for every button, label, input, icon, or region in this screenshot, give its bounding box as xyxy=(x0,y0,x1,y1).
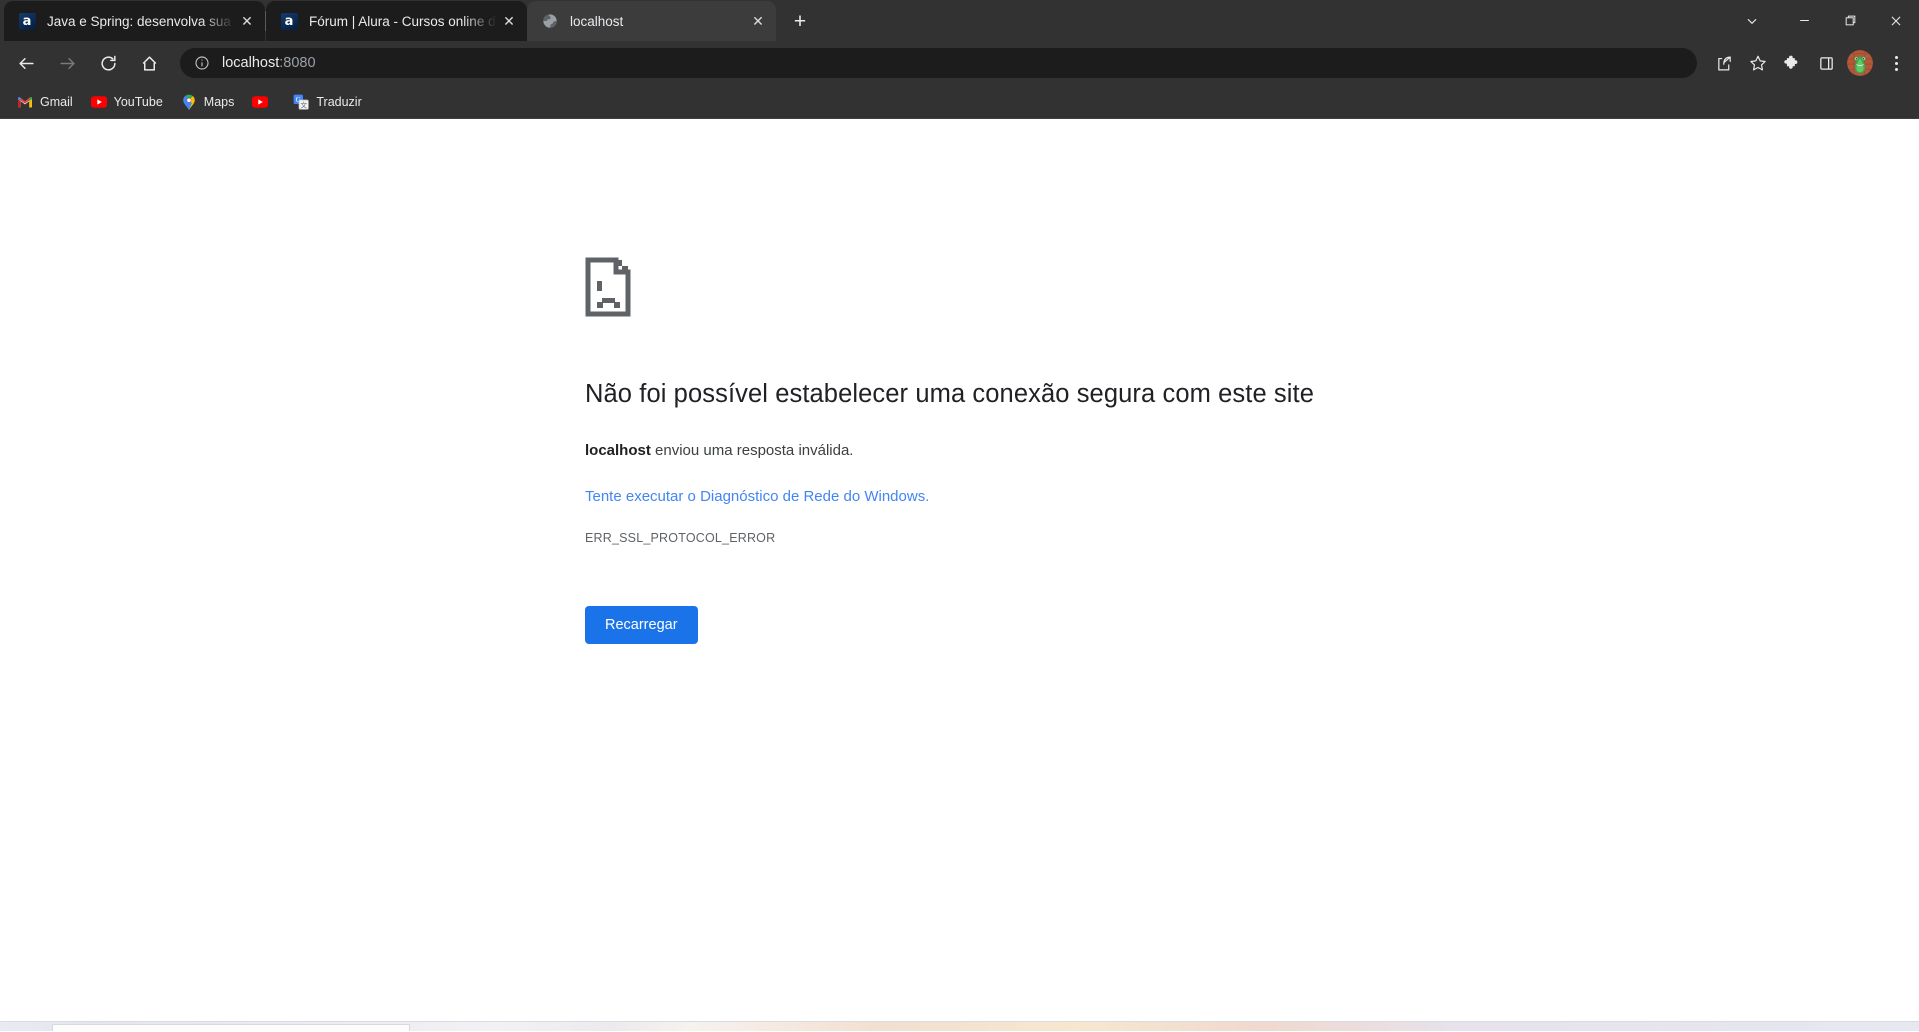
profile-avatar[interactable] xyxy=(1847,50,1873,76)
error-page: Não foi possível estabelecer uma conexão… xyxy=(0,119,1320,644)
tab-strip: a Java e Spring: desenvolva sua pri ✕ a … xyxy=(0,0,1919,41)
page-viewport: Não foi possível estabelecer uma conexão… xyxy=(0,119,1919,1031)
error-host: localhost xyxy=(585,441,651,459)
page-title: Não foi possível estabelecer uma conexão… xyxy=(585,380,1314,408)
error-description: localhost enviou uma resposta inválida. xyxy=(585,439,1320,463)
globe-icon xyxy=(541,12,559,30)
bookmark-youtube[interactable]: YouTube xyxy=(83,89,171,115)
tab-close-button[interactable]: ✕ xyxy=(235,9,259,33)
tab-title: Java e Spring: desenvolva sua pri xyxy=(47,13,235,29)
sad-page-icon xyxy=(585,257,1320,322)
address-bar[interactable]: localhost:8080 xyxy=(180,48,1697,78)
new-tab-button[interactable]: + xyxy=(783,4,817,38)
youtube-icon xyxy=(252,94,269,110)
window-controls xyxy=(1723,0,1919,41)
three-dot-menu-icon[interactable] xyxy=(1881,47,1911,79)
bookmark-label: YouTube xyxy=(113,94,163,109)
browser-tab-2[interactable]: a Fórum | Alura - Cursos online de ✕ xyxy=(266,1,527,41)
chevron-down-icon[interactable] xyxy=(1723,0,1781,41)
error-code: ERR_SSL_PROTOCOL_ERROR xyxy=(585,530,776,545)
bookmark-gmail[interactable]: Gmail xyxy=(9,89,81,115)
info-circle-icon[interactable] xyxy=(193,54,211,72)
bookmark-label: Traduzir xyxy=(316,94,362,109)
reload-button[interactable]: Recarregar xyxy=(585,605,698,644)
url-port: :8080 xyxy=(279,55,316,71)
bookmark-label: Gmail xyxy=(40,94,73,109)
browser-tab-1[interactable]: a Java e Spring: desenvolva sua pri ✕ xyxy=(4,1,265,41)
bookmark-youtube-2[interactable] xyxy=(244,89,283,115)
browser-toolbar: localhost:8080 xyxy=(0,41,1919,85)
tab-close-button[interactable]: ✕ xyxy=(746,9,770,33)
error-description-rest: enviou uma resposta inválida. xyxy=(650,441,854,459)
puzzle-icon[interactable] xyxy=(1777,48,1807,78)
tab-title: Fórum | Alura - Cursos online de xyxy=(309,13,497,29)
close-icon[interactable] xyxy=(1873,0,1919,41)
bookmark-traduzir[interactable]: G 文 Traduzir xyxy=(285,89,369,115)
svg-text:文: 文 xyxy=(301,100,308,109)
bookmarks-bar: Gmail YouTube Maps G 文 Traduzir xyxy=(0,85,1919,119)
star-icon[interactable] xyxy=(1743,48,1773,78)
home-icon[interactable] xyxy=(133,47,165,79)
minimize-icon[interactable] xyxy=(1781,0,1827,41)
tab-title: localhost xyxy=(570,13,624,29)
youtube-icon xyxy=(90,94,107,110)
alura-icon: a xyxy=(18,12,36,30)
taskbar-window-segment xyxy=(52,1024,410,1031)
side-panel-icon[interactable] xyxy=(1811,48,1841,78)
maps-pin-icon xyxy=(181,94,197,110)
google-translate-icon: G 文 xyxy=(293,94,310,110)
bookmark-maps[interactable]: Maps xyxy=(173,89,243,115)
gmail-icon xyxy=(17,94,33,110)
url-host: localhost xyxy=(222,55,280,71)
tab-close-button[interactable]: ✕ xyxy=(497,9,521,33)
reload-icon[interactable] xyxy=(92,47,124,79)
browser-tab-3[interactable]: localhost ✕ xyxy=(527,1,776,41)
forward-arrow-icon xyxy=(51,47,83,79)
share-icon[interactable] xyxy=(1709,48,1739,78)
windows-taskbar-sliver xyxy=(0,1021,1919,1031)
alura-icon: a xyxy=(280,12,298,30)
maximize-icon[interactable] xyxy=(1827,0,1873,41)
back-arrow-icon[interactable] xyxy=(10,47,42,79)
bookmark-label: Maps xyxy=(203,94,235,109)
address-bar-text: localhost:8080 xyxy=(222,55,316,71)
network-diagnostics-link[interactable]: Tente executar o Diagnóstico de Rede do … xyxy=(585,488,929,505)
